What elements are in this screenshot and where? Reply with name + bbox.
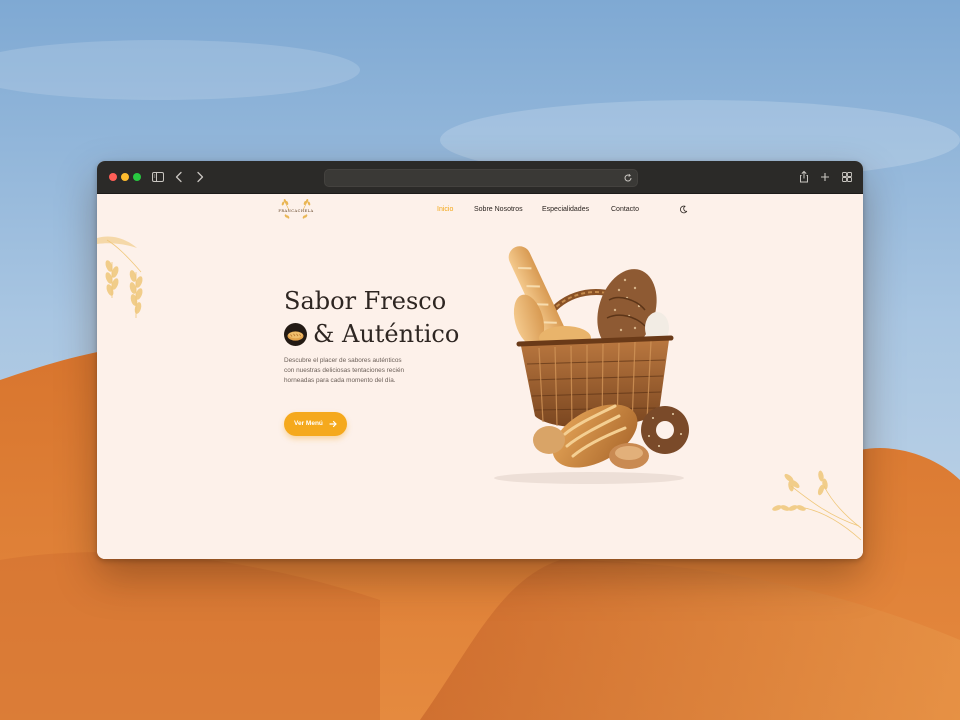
nav-link-contacto[interactable]: Contacto [611, 206, 639, 213]
browser-window: FRANCACHELA Inicio Sobre Nosotros Especi… [97, 161, 863, 559]
nav-link-especialidades[interactable]: Especialidades [542, 206, 589, 213]
nav-link-sobre-nosotros[interactable]: Sobre Nosotros [474, 206, 523, 213]
wheat-decoration-icon [772, 470, 862, 541]
bread-badge-icon [284, 323, 307, 346]
bread-basket-image [494, 246, 689, 484]
moon-icon[interactable] [679, 205, 688, 214]
hero-title-line-2: & Auténtico [313, 320, 460, 348]
reload-icon[interactable] [623, 173, 633, 183]
back-icon[interactable] [171, 169, 187, 185]
wheat-decoration-icon [97, 236, 143, 318]
new-tab-icon[interactable] [817, 169, 833, 185]
hero-description: Descubre el placer de sabores auténticos… [284, 357, 405, 384]
arrow-right-icon [329, 420, 337, 428]
close-window-button[interactable] [109, 173, 117, 181]
ver-menu-label: Ver Menú [294, 420, 323, 427]
share-icon[interactable] [796, 169, 812, 185]
address-input[interactable] [333, 170, 613, 186]
ver-menu-button[interactable]: Ver Menú [284, 412, 347, 436]
minimize-window-button[interactable] [121, 173, 129, 181]
wheat-logo-underline [284, 214, 308, 219]
web-page: FRANCACHELA Inicio Sobre Nosotros Especi… [97, 194, 863, 559]
address-bar[interactable] [324, 169, 638, 187]
site-logo[interactable]: FRANCACHELA [275, 198, 317, 220]
zoom-window-button[interactable] [133, 173, 141, 181]
sidebar-icon[interactable] [150, 169, 166, 185]
tab-overview-icon[interactable] [839, 169, 855, 185]
nav-link-inicio[interactable]: Inicio [437, 206, 453, 213]
forward-icon[interactable] [192, 169, 208, 185]
browser-toolbar [97, 161, 863, 194]
